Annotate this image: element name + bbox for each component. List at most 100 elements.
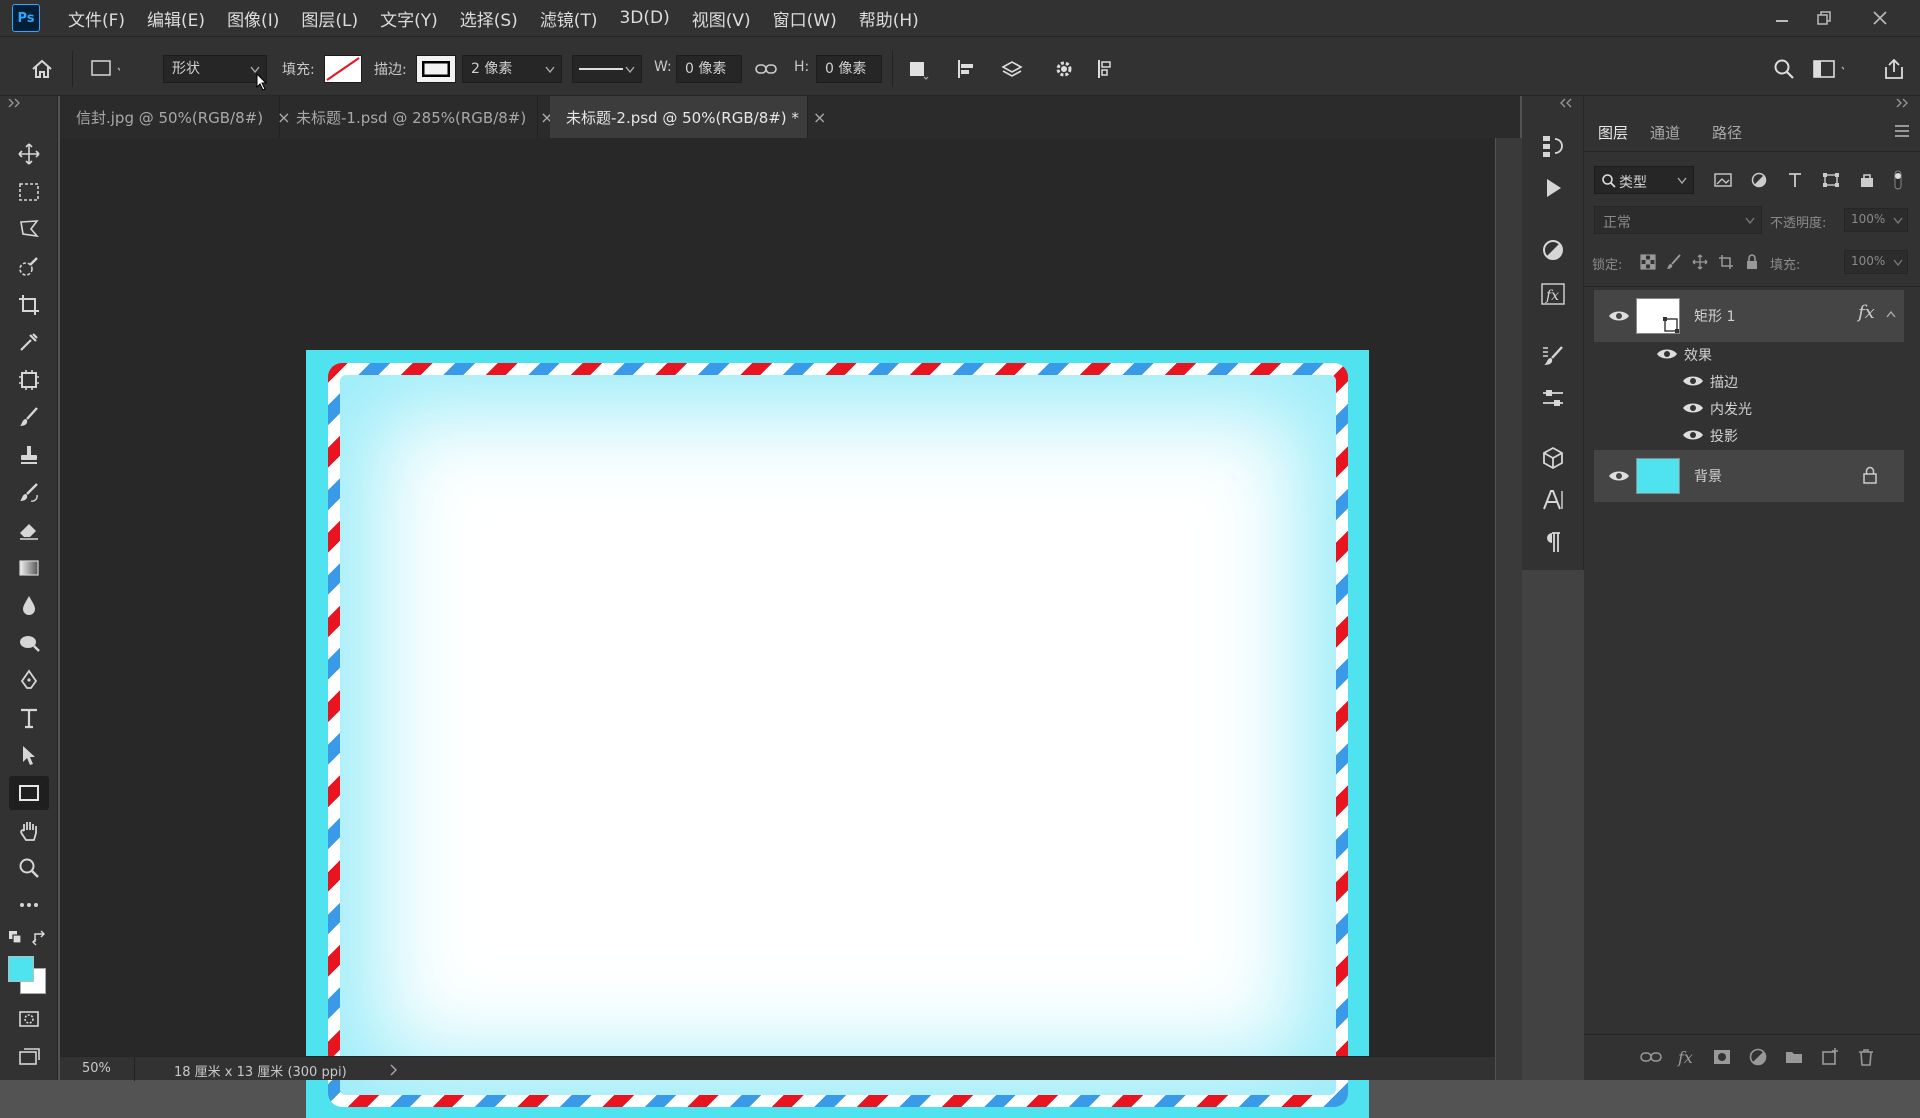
collapse-arrows-icon[interactable] xyxy=(1896,98,1910,108)
stroke-swatch[interactable] xyxy=(416,55,456,83)
chevron-right-icon[interactable] xyxy=(390,1064,398,1076)
link-layers-icon[interactable] xyxy=(1640,1049,1662,1065)
pixel-layer-filter-icon[interactable] xyxy=(1714,172,1732,188)
tab-paths[interactable]: 路径 xyxy=(1712,122,1742,143)
rectangle-tool[interactable] xyxy=(9,776,49,810)
add-mask-icon[interactable] xyxy=(1712,1047,1732,1067)
tab-layers[interactable]: 图层 xyxy=(1598,122,1628,143)
effect-stroke-row[interactable]: 描边 xyxy=(1682,368,1904,394)
shape-layer-filter-icon[interactable] xyxy=(1822,172,1840,188)
menu-select[interactable]: 选择(S) xyxy=(460,6,518,31)
frame-tool[interactable] xyxy=(9,363,49,397)
fill-input[interactable]: 100% xyxy=(1844,250,1908,274)
stamp-tool[interactable] xyxy=(9,438,49,472)
lock-transparent-pixels-icon[interactable] xyxy=(1640,254,1656,270)
new-group-icon[interactable] xyxy=(1784,1047,1804,1067)
effects-group-row[interactable]: 效果 xyxy=(1656,340,1904,368)
opacity-input[interactable]: 100% xyxy=(1844,208,1908,232)
swap-colors-icon[interactable] xyxy=(32,930,48,946)
blur-tool[interactable] xyxy=(9,588,49,622)
search-button[interactable] xyxy=(1768,53,1800,85)
visibility-eye-icon[interactable] xyxy=(1608,468,1630,484)
visibility-eye-icon[interactable] xyxy=(1682,427,1704,443)
lasso-tool[interactable] xyxy=(9,212,49,246)
height-input[interactable]: 0 像素 xyxy=(816,55,882,83)
paragraph-panel-button[interactable] xyxy=(1535,524,1571,560)
lock-all-icon[interactable] xyxy=(1744,254,1760,270)
canvas-area[interactable] xyxy=(60,138,1495,1118)
share-button[interactable] xyxy=(1878,53,1910,85)
adjustments-panel-button[interactable] xyxy=(1535,232,1571,268)
foreground-color-swatch[interactable] xyxy=(8,956,34,982)
stroke-type-select[interactable] xyxy=(572,55,642,83)
3d-panel-button[interactable] xyxy=(1535,440,1571,476)
visibility-eye-icon[interactable] xyxy=(1608,308,1630,324)
delete-layer-icon[interactable] xyxy=(1856,1047,1876,1067)
tab-document-1[interactable]: 信封.jpg @ 50%(RGB/8#) × xyxy=(60,96,290,138)
menu-help[interactable]: 帮助(H) xyxy=(859,6,919,31)
zoom-level[interactable]: 50% xyxy=(82,1061,111,1076)
document-canvas[interactable] xyxy=(306,350,1369,1118)
new-layer-icon[interactable] xyxy=(1820,1047,1840,1067)
lock-artboard-icon[interactable] xyxy=(1718,254,1734,270)
new-adjustment-layer-icon[interactable] xyxy=(1748,1047,1768,1067)
path-selection-tool[interactable] xyxy=(9,739,49,773)
more-tools-button[interactable] xyxy=(9,888,49,922)
layer-filter-select[interactable]: 类型 xyxy=(1594,166,1694,194)
close-window-button[interactable] xyxy=(1856,0,1904,36)
adjustment-layer-filter-icon[interactable] xyxy=(1750,172,1768,188)
chevron-up-icon[interactable] xyxy=(1886,310,1896,318)
default-colors-icon[interactable] xyxy=(8,930,22,944)
type-layer-filter-icon[interactable] xyxy=(1786,172,1804,188)
brush-settings-panel-button[interactable] xyxy=(1535,338,1571,374)
panel-menu-icon[interactable] xyxy=(1894,124,1910,138)
menu-layer[interactable]: 图层(L) xyxy=(301,6,358,31)
move-tool[interactable] xyxy=(9,137,49,171)
hand-tool[interactable] xyxy=(9,814,49,848)
lock-image-pixels-icon[interactable] xyxy=(1666,254,1682,270)
tab-channels[interactable]: 通道 xyxy=(1650,122,1680,143)
layer-rectangle-1[interactable]: 矩形 1 fx xyxy=(1594,290,1904,342)
stroke-width-input[interactable]: 2 像素 xyxy=(462,55,562,83)
layer-name[interactable]: 背景 xyxy=(1694,466,1722,486)
close-tab-icon[interactable]: × xyxy=(813,108,826,127)
effect-inner-glow-row[interactable]: 内发光 xyxy=(1682,395,1904,421)
workspace-button[interactable] xyxy=(1812,53,1844,85)
tab-document-3[interactable]: 未标题-2.psd @ 50%(RGB/8#) * × xyxy=(550,96,826,138)
visibility-eye-icon[interactable] xyxy=(1656,346,1678,362)
filter-toggle-icon[interactable] xyxy=(1890,170,1906,190)
properties-panel-button[interactable] xyxy=(1535,380,1571,416)
visibility-eye-icon[interactable] xyxy=(1682,373,1704,389)
blend-mode-select[interactable]: 正常 xyxy=(1594,206,1762,234)
path-operations-button[interactable] xyxy=(902,53,934,85)
screen-mode-button[interactable] xyxy=(9,1040,49,1074)
link-dimensions-button[interactable] xyxy=(750,53,782,85)
quick-mask-button[interactable] xyxy=(9,1002,49,1036)
layer-background[interactable]: 背景 xyxy=(1594,450,1904,502)
layer-name[interactable]: 矩形 1 xyxy=(1694,306,1735,326)
menu-image[interactable]: 图像(I) xyxy=(227,6,279,31)
settings-button[interactable] xyxy=(1048,53,1080,85)
tool-preset-picker[interactable] xyxy=(88,53,120,85)
eraser-tool[interactable] xyxy=(9,513,49,547)
gradient-tool[interactable] xyxy=(9,551,49,585)
minimize-button[interactable] xyxy=(1758,0,1806,36)
lock-icon[interactable] xyxy=(1862,466,1878,484)
actions-panel-button[interactable] xyxy=(1535,170,1571,206)
styles-panel-button[interactable]: fx xyxy=(1535,276,1571,312)
lock-position-icon[interactable] xyxy=(1692,254,1708,270)
brush-tool[interactable] xyxy=(9,400,49,434)
collapse-arrows-icon[interactable] xyxy=(1560,98,1574,108)
menu-window[interactable]: 窗口(W) xyxy=(773,6,837,31)
width-input[interactable]: 0 像素 xyxy=(676,55,742,83)
smart-object-filter-icon[interactable] xyxy=(1858,172,1876,188)
menu-3d[interactable]: 3D(D) xyxy=(619,8,669,28)
menu-view[interactable]: 视图(V) xyxy=(692,6,751,31)
restore-button[interactable] xyxy=(1800,0,1848,36)
zoom-tool[interactable] xyxy=(9,851,49,885)
tool-mode-select[interactable]: 形状 xyxy=(163,55,267,83)
crop-tool[interactable] xyxy=(9,288,49,322)
home-button[interactable] xyxy=(26,53,58,85)
effect-drop-shadow-row[interactable]: 投影 xyxy=(1682,422,1904,448)
tab-document-2[interactable]: 未标题-1.psd @ 285%(RGB/8#) × xyxy=(280,96,554,138)
